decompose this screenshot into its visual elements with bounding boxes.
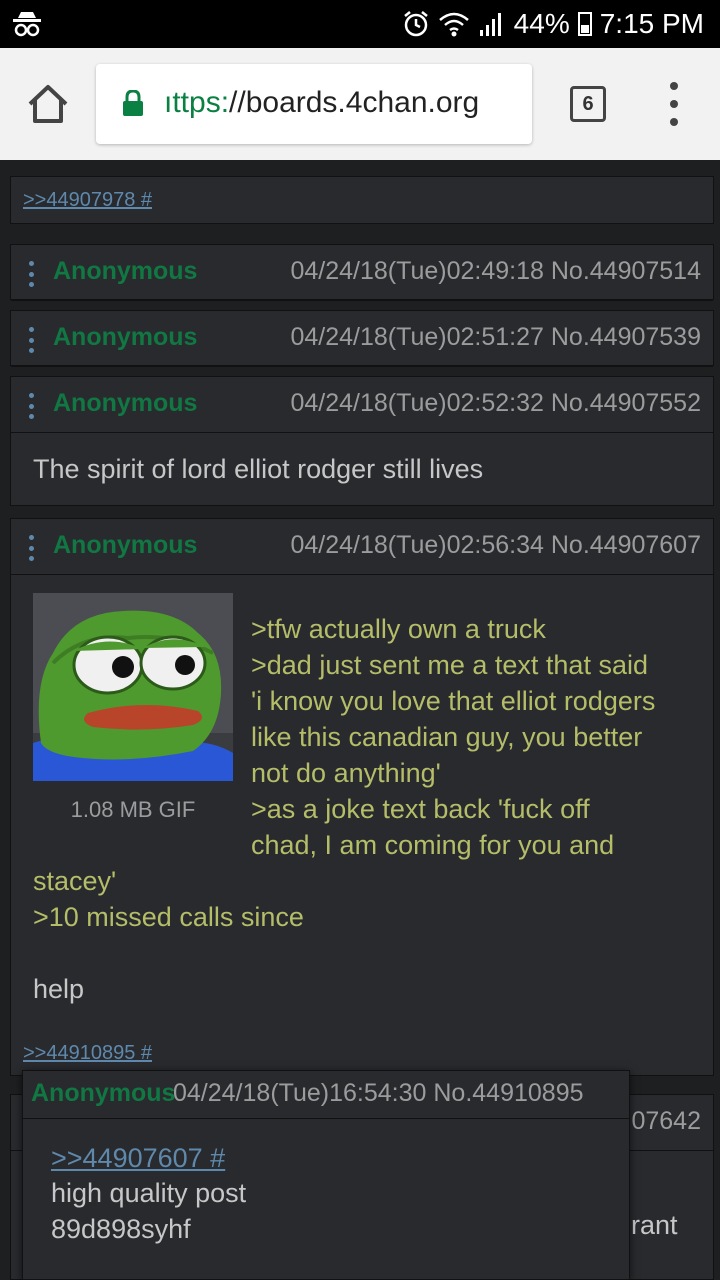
post-thumbnail[interactable] [33, 593, 233, 781]
post-header: Anonymous 04/24/18(Tue)02:52:32 No.44907… [11, 377, 713, 433]
post-menu-icon[interactable] [27, 261, 35, 287]
browser-toolbar: ıttps://boards.4chan.org 6 [0, 48, 720, 160]
greentext-line: chad, I am coming for you and [251, 830, 615, 860]
battery-percent: 44% [513, 8, 570, 39]
file-info: 1.08 MB GIF [70, 797, 196, 822]
post-footer: >>44907978 # [10, 176, 714, 224]
post: Anonymous 04/24/18(Tue)02:51:27 No.44907… [10, 310, 714, 367]
wifi-icon [438, 12, 469, 37]
greentext-line: like this canadian guy, you better [251, 722, 643, 752]
post: Anonymous 04/24/18(Tue)02:56:34 No.44907… [10, 518, 714, 1066]
greentext-line: >dad just sent me a text that said [251, 650, 648, 680]
post-meta[interactable]: 04/24/18(Tue)02:56:34 No.44907607 [290, 531, 701, 560]
greentext-line: >as a joke text back 'fuck off [251, 794, 590, 824]
poster-name: Anonymous [31, 1079, 176, 1107]
post-footer: >>44910895 # [10, 1028, 714, 1076]
post: Anonymous 04/24/18(Tue)02:49:18 No.44907… [10, 244, 714, 301]
popup-line-1: high quality post [51, 1178, 247, 1208]
poster-name: Anonymous [53, 257, 198, 285]
post-meta[interactable]: 07642 [631, 1107, 701, 1136]
status-bar: 44% 7:15 PM [0, 0, 720, 48]
post-meta: 04/24/18(Tue)16:54:30 No.44910895 [173, 1079, 584, 1107]
post-meta[interactable]: 04/24/18(Tue)02:49:18 No.44907514 [290, 257, 701, 286]
post-header: Anonymous 04/24/18(Tue)02:56:34 No.44907… [11, 519, 713, 575]
alarm-icon [403, 11, 428, 37]
url-text[interactable]: ıttps://boards.4chan.org [164, 86, 479, 120]
url-host: //boards.4chan.org [229, 86, 480, 119]
post-header: Anonymous 04/24/18(Tue)02:51:27 No.44907… [11, 311, 713, 367]
url-scheme: ıttps: [164, 86, 230, 119]
post-header: Anonymous 04/24/18(Tue)02:49:18 No.44907… [11, 245, 713, 301]
greentext-line: 'i know you love that elliot rodgers [251, 686, 656, 716]
incognito-icon [13, 12, 41, 37]
post-body-right: >tfw actually own a truck >dad just sent… [251, 611, 655, 863]
post-meta[interactable]: 04/24/18(Tue)02:51:27 No.44907539 [290, 323, 701, 352]
greentext-line: not do anything' [251, 758, 441, 788]
post-menu-icon[interactable] [27, 535, 35, 561]
poster-name: Anonymous [53, 389, 198, 417]
reply-link[interactable]: >>44910895 # [23, 1042, 152, 1065]
address-bar[interactable]: ıttps://boards.4chan.org [96, 64, 532, 144]
poster-name: Anonymous [53, 531, 198, 559]
post-menu-icon[interactable] [27, 393, 35, 419]
popup-line-2: 89d898syhf [51, 1214, 191, 1244]
overflow-menu-icon[interactable] [664, 82, 684, 126]
post-text-line: help [33, 974, 85, 1004]
greentext-line: stacey' [33, 866, 117, 896]
popup-header: Anonymous 04/24/18(Tue)16:54:30 No.44910… [23, 1071, 629, 1119]
post-body: rant [631, 1210, 678, 1240]
post: Anonymous 04/24/18(Tue)02:52:32 No.44907… [10, 376, 714, 506]
thread-content: >>44907978 # Anonymous 04/24/18(Tue)02:4… [0, 160, 720, 1280]
greentext-line: >10 missed calls since [33, 902, 304, 932]
home-icon[interactable] [26, 82, 70, 126]
clock: 7:15 PM [599, 8, 704, 39]
post-body: The spirit of lord elliot rodger still l… [33, 454, 484, 484]
battery-icon [577, 12, 592, 36]
quote-link[interactable]: >>44907978 # [23, 189, 152, 212]
signal-icon [479, 13, 501, 36]
quote-preview-popup: Anonymous 04/24/18(Tue)16:54:30 No.44910… [22, 1070, 630, 1280]
post-body-bottom: stacey' >10 missed calls since help [33, 863, 304, 1007]
poster-name: Anonymous [53, 323, 198, 351]
tab-switcher-button[interactable]: 6 [570, 86, 606, 122]
quote-link[interactable]: >>44907607 # [51, 1143, 225, 1174]
post-menu-icon[interactable] [27, 327, 35, 353]
lock-icon [123, 90, 143, 116]
greentext-line: >tfw actually own a truck [251, 614, 546, 644]
post-meta[interactable]: 04/24/18(Tue)02:52:32 No.44907552 [290, 389, 701, 418]
